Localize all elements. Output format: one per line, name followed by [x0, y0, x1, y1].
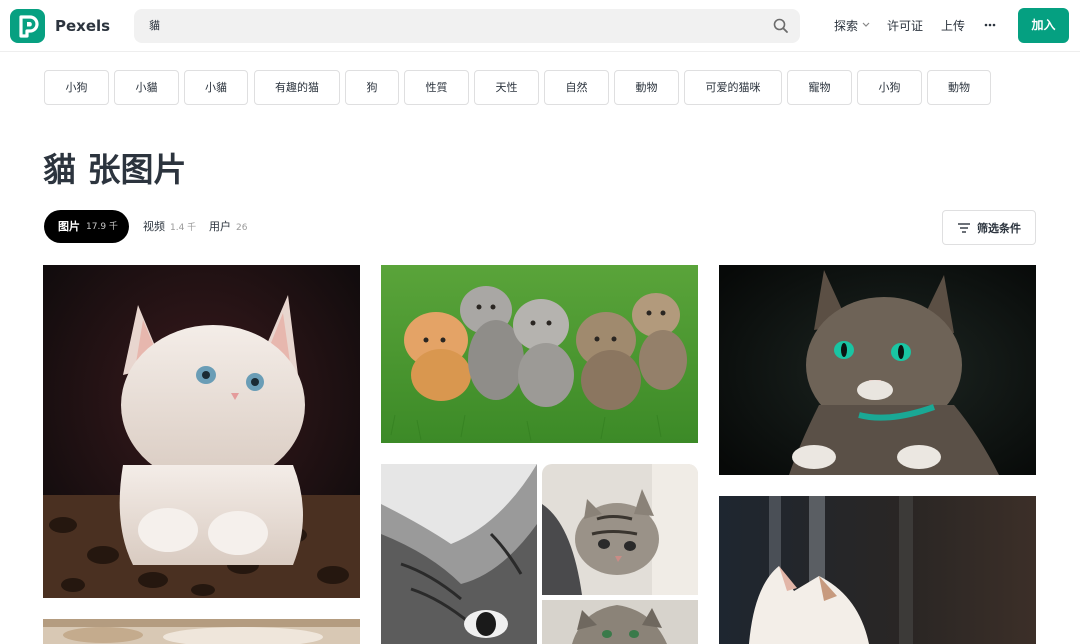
tag-chip[interactable]: 小貓 [114, 70, 179, 105]
photo-white-cat-window[interactable] [719, 496, 1036, 644]
tab-label: 用户 [209, 220, 231, 233]
photo-cat-bottom[interactable] [43, 619, 360, 644]
photo-tabby-kitten[interactable] [542, 600, 698, 644]
search-input[interactable]: 貓 [149, 18, 160, 34]
tag-chip[interactable]: 小狗 [44, 70, 109, 105]
photo-tabby-green-eyes[interactable] [719, 265, 1036, 475]
pexels-logo[interactable] [10, 9, 45, 43]
tag-chip[interactable]: 小狗 [857, 70, 922, 105]
photo-image [719, 265, 1036, 475]
filter-icon [958, 223, 970, 233]
brand-name[interactable]: Pexels [55, 15, 110, 37]
photo-image [43, 619, 360, 644]
nav-explore[interactable]: 探索 [834, 17, 858, 35]
photo-bw-cat[interactable] [381, 464, 537, 644]
search-bar[interactable]: 貓 [134, 9, 800, 43]
photo-white-kitten[interactable] [43, 265, 360, 598]
filter-button[interactable]: 筛选条件 [942, 210, 1036, 245]
photo-image [43, 265, 360, 598]
photo-image [381, 265, 698, 443]
tab-count: 1.4 千 [170, 223, 197, 233]
page-title: 貓 张图片 [43, 150, 187, 189]
tab-label: 视频 [143, 220, 165, 233]
tab-count: 17.9 千 [86, 222, 118, 232]
photo-image [542, 464, 698, 595]
tag-chip[interactable]: 小貓 [184, 70, 248, 105]
filter-label: 筛选条件 [977, 222, 1021, 235]
join-button[interactable]: 加入 [1018, 8, 1069, 43]
tab-videos[interactable]: 视频 1.4 千 [143, 219, 196, 236]
photo-tabby-kitten-blanket[interactable] [542, 464, 698, 595]
tab-photos[interactable]: 图片 17.9 千 [44, 210, 129, 243]
more-icon[interactable] [984, 23, 996, 27]
tag-chip[interactable]: 可爱的猫咪 [684, 70, 782, 105]
tag-chip[interactable]: 有趣的猫 [254, 70, 340, 105]
nav-upload[interactable]: 上传 [941, 17, 965, 35]
search-icon[interactable] [772, 17, 790, 35]
photo-five-kittens[interactable] [381, 265, 698, 443]
tab-label: 图片 [58, 220, 80, 233]
pexels-logo-icon [19, 15, 39, 38]
tab-count: 26 [236, 223, 248, 233]
chevron-down-icon[interactable] [862, 22, 870, 28]
photo-image [542, 600, 698, 644]
tag-chip[interactable]: 天性 [474, 70, 539, 105]
tag-chip[interactable]: 自然 [544, 70, 609, 105]
tag-chip[interactable]: 寵物 [787, 70, 852, 105]
tag-chip[interactable]: 動物 [927, 70, 991, 105]
top-header: Pexels 貓 探索 许可证 上传 加入 [0, 0, 1080, 52]
tab-users[interactable]: 用户 26 [209, 219, 247, 236]
photo-image [719, 496, 1036, 644]
tag-chip[interactable]: 動物 [614, 70, 679, 105]
nav-license[interactable]: 许可证 [887, 17, 923, 35]
photo-image [381, 464, 537, 644]
tag-chip[interactable]: 性質 [404, 70, 469, 105]
tag-chip[interactable]: 狗 [345, 70, 399, 105]
